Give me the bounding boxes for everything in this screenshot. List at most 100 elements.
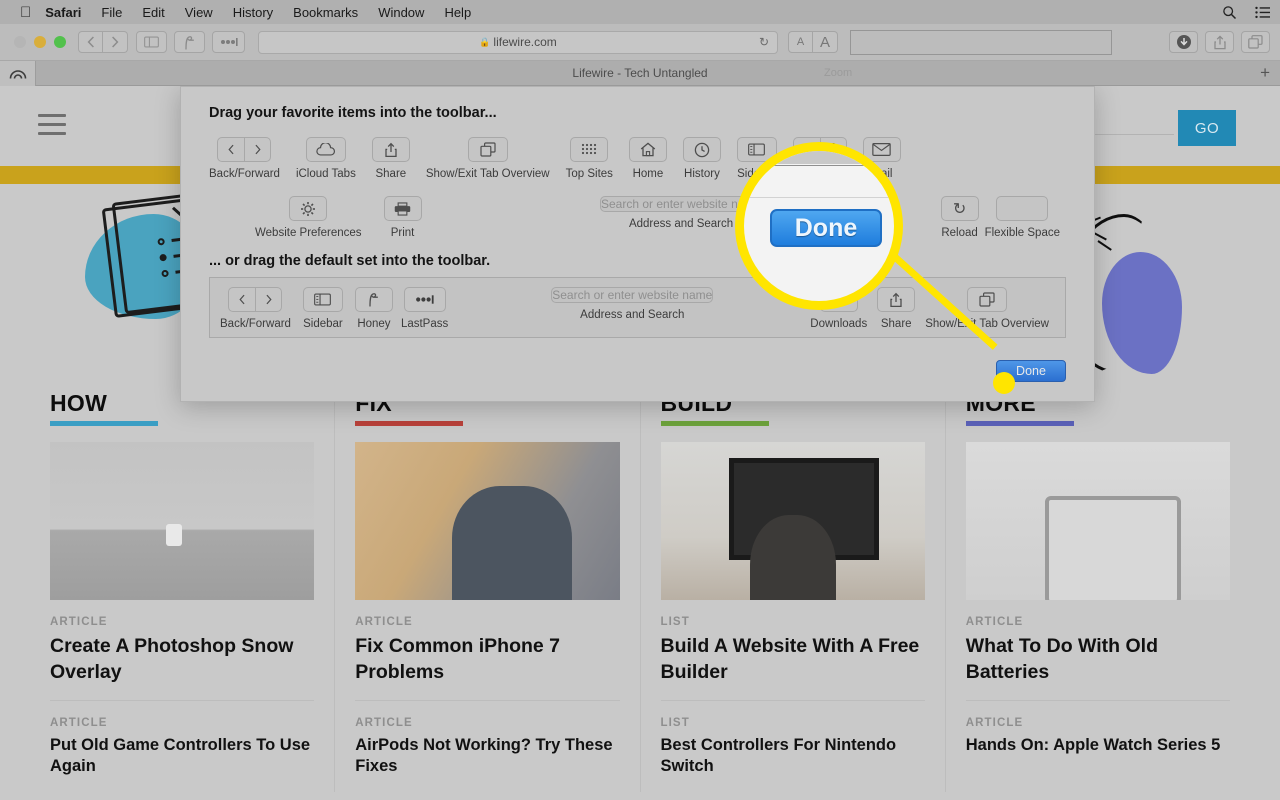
cloud-icon[interactable] [305,137,346,162]
tab-overview-icon[interactable] [467,137,508,162]
item-headline[interactable]: What To Do With Old Batteries [966,634,1230,686]
menu-item-help[interactable]: Help [444,5,471,20]
default-item-lastpass[interactable]: LastPass [401,287,448,330]
menu-item-view[interactable]: View [185,5,213,20]
sidebar-toggle-button[interactable] [136,31,167,53]
palette-item-top-sites[interactable]: Top Sites [566,137,613,180]
list-item[interactable]: ARTICLE What To Do With Old Batteries [966,600,1230,700]
section-thumbnail[interactable] [355,442,620,600]
gear-icon[interactable] [289,196,328,221]
palette-item-back-forward[interactable]: Back/Forward [209,137,280,180]
close-window-button[interactable] [14,36,26,48]
share-button[interactable] [1205,31,1234,53]
list-item[interactable]: LIST Build A Website With A Free Builder [661,600,925,700]
printer-icon[interactable] [383,196,422,221]
magnified-done-button[interactable]: Done [770,209,882,247]
list-item[interactable]: ARTICLE Put Old Game Controllers To Use … [50,699,315,792]
tab-zoom-label: Zoom [824,67,853,79]
apple-logo-icon[interactable]:  [20,5,31,20]
share-icon[interactable] [371,137,410,162]
tab-overview-icon[interactable] [967,287,1008,312]
site-go-button[interactable]: GO [1178,110,1236,146]
section-thumbnail[interactable] [50,442,315,600]
item-headline[interactable]: Put Old Game Controllers To Use Again [50,735,314,778]
sheet-secondary-instruction: ... or drag the default set into the too… [209,253,491,269]
lastpass-icon[interactable] [403,287,446,312]
honey-icon[interactable] [354,287,393,312]
default-item-address-search[interactable]: Search or enter website name Address and… [464,287,800,321]
palette-item-website-preferences[interactable]: Website Preferences [255,196,362,239]
minimize-window-button[interactable] [34,36,46,48]
back-forward-icon[interactable] [228,287,283,312]
default-item-tab-overview[interactable]: Show/Exit Tab Overview [925,287,1049,330]
tab-bar: Lifewire - Tech Untangled Zoom + [0,60,1280,86]
default-item-sidebar[interactable]: Sidebar [302,287,343,330]
menu-item-bookmarks[interactable]: Bookmarks [293,5,358,20]
default-item-share[interactable]: Share [877,287,916,330]
default-item-label: LastPass [400,318,449,330]
menu-item-history[interactable]: History [233,5,273,20]
section-rule [50,421,158,426]
back-button[interactable] [78,31,103,53]
item-headline[interactable]: Best Controllers For Nintendo Switch [661,735,925,778]
forward-button[interactable] [103,31,128,53]
zoom-text-control[interactable]: A A [788,31,838,53]
downloads-button[interactable] [1169,31,1198,53]
top-sites-icon[interactable] [570,137,609,162]
sidebar-icon[interactable] [302,287,343,312]
palette-item-tab-overview[interactable]: Show/Exit Tab Overview [426,137,550,180]
palette-item-share[interactable]: Share [371,137,410,180]
home-icon[interactable] [628,137,667,162]
lastpass-extension-button[interactable] [212,31,245,53]
section-thumbnail[interactable] [660,442,925,600]
honey-extension-button[interactable] [174,31,205,53]
list-item[interactable]: ARTICLE AirPods Not Working? Try These F… [355,699,620,792]
menu-item-safari[interactable]: Safari [45,5,81,20]
extra-toolbar-field[interactable] [850,29,1112,55]
zoom-in-button[interactable]: A [813,31,838,53]
section-column-how: HOW ARTICLE Create A Photoshop Snow Over… [30,374,334,792]
item-headline[interactable]: AirPods Not Working? Try These Fixes [355,735,619,778]
section-thumbnail[interactable] [965,442,1230,600]
palette-item-reload[interactable]: ↻ Reload [940,196,979,239]
checklist-bullet-3 [161,269,169,278]
tab-overview-button[interactable] [1241,31,1270,53]
address-search-field[interactable]: 🔒 lifewire.com ↻ [258,30,778,54]
flex-space-icon[interactable] [996,196,1049,221]
item-headline[interactable]: Create A Photoshop Snow Overlay [50,634,314,686]
menu-item-window[interactable]: Window [378,5,424,20]
palette-item-home[interactable]: Home [628,137,667,180]
hamburger-menu-icon[interactable] [38,114,66,141]
share-icon[interactable] [877,287,916,312]
spotlight-search-icon[interactable] [1222,5,1237,20]
list-item[interactable]: ARTICLE Hands On: Apple Watch Series 5 [965,699,1230,770]
palette-item-icloud-tabs[interactable]: iCloud Tabs [296,137,356,180]
history-clock-icon[interactable] [682,137,721,162]
active-tab-title[interactable]: Lifewire - Tech Untangled [0,66,1280,80]
palette-item-history[interactable]: History [682,137,721,180]
reload-icon[interactable]: ↻ [759,35,769,49]
palette-item-label: Website Preferences [255,227,362,239]
palette-item-label: Top Sites [565,168,613,180]
menu-item-file[interactable]: File [101,5,122,20]
zoom-out-button[interactable]: A [788,31,813,53]
default-item-honey[interactable]: Honey [354,287,393,330]
back-forward-icon[interactable] [217,137,272,162]
list-item[interactable]: LIST Best Controllers For Nintendo Switc… [660,699,925,792]
palette-item-flexible-space[interactable]: Flexible Space [985,196,1060,239]
list-item[interactable]: ARTICLE Create A Photoshop Snow Overlay [50,600,314,700]
default-item-back-forward[interactable]: Back/Forward [220,287,291,330]
item-headline[interactable]: Hands On: Apple Watch Series 5 [966,735,1230,756]
item-headline[interactable]: Fix Common iPhone 7 Problems [355,634,619,686]
address-search-placeholder-field[interactable]: Search or enter website name [551,287,714,303]
control-center-list-icon[interactable] [1255,6,1270,19]
default-toolbar-set[interactable]: Back/Forward Sidebar Honey LastPass Sear… [209,277,1066,338]
callout-background-cut [748,151,872,164]
zoom-window-button[interactable] [54,36,66,48]
palette-item-print[interactable]: Print [383,196,422,239]
reload-icon[interactable]: ↻ [940,196,979,221]
item-headline[interactable]: Build A Website With A Free Builder [661,634,925,686]
back-forward-control[interactable] [78,31,128,53]
menu-item-edit[interactable]: Edit [142,5,164,20]
list-item[interactable]: ARTICLE Fix Common iPhone 7 Problems [355,600,619,700]
